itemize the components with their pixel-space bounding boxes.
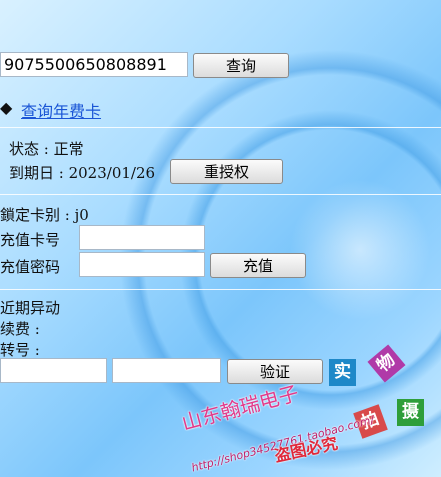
card-password-label: 充值密码 <box>0 258 61 276</box>
card-password-input[interactable] <box>79 252 205 277</box>
diamond-icon: ◆ <box>0 98 13 117</box>
expiry-date-text: 到期日 : 2023/01/26 <box>9 164 156 182</box>
transfer-label: 转号 : <box>0 341 40 359</box>
watermark-stamp-wu: 物 <box>367 344 406 383</box>
watermark-stamp-she: 摄 <box>397 399 424 426</box>
divider <box>0 194 441 195</box>
watermark-stamp-shi: 实 <box>329 359 356 386</box>
verify-input-2[interactable] <box>112 358 221 383</box>
divider <box>0 127 441 128</box>
divider <box>0 289 441 290</box>
status-text: 状态 : 正常 <box>9 140 84 158</box>
serial-number-input[interactable]: 9075500650808891 <box>0 52 188 77</box>
card-number-label: 充值卡号 <box>0 231 61 249</box>
renewal-label: 续费 : <box>0 320 40 338</box>
recharge-button[interactable]: 充值 <box>210 253 306 278</box>
query-button[interactable]: 查询 <box>193 53 289 78</box>
recent-changes-title: 近期异动 <box>0 299 61 317</box>
verify-input-1[interactable] <box>0 358 107 383</box>
reauthorize-button[interactable]: 重授权 <box>170 159 283 184</box>
verify-button[interactable]: 验证 <box>227 359 323 384</box>
watermark-warning: 盗图必究 <box>272 433 340 466</box>
card-number-input[interactable] <box>79 225 205 250</box>
watermark-shop-name: 山东翰瑞电子 <box>179 380 302 436</box>
lock-card-type-text: 鎖定卡别 : j0 <box>0 206 89 224</box>
query-annual-card-link[interactable]: 查询年费卡 <box>21 98 101 122</box>
